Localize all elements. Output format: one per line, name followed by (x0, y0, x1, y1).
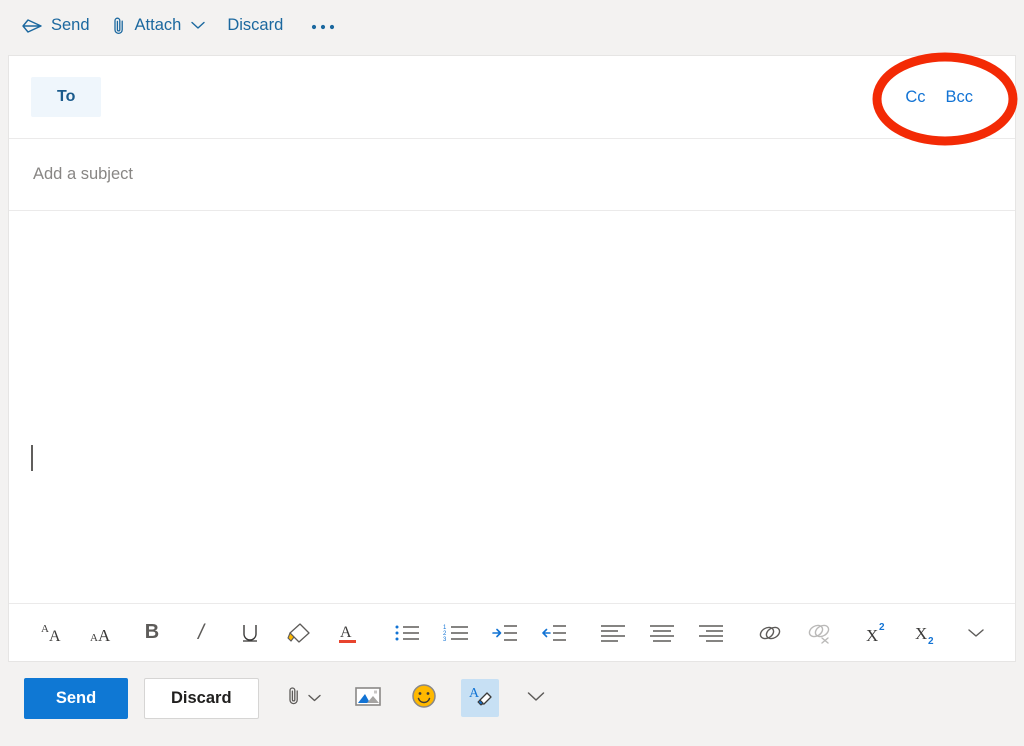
more-options-chevron-icon (527, 689, 545, 707)
emoji-icon (411, 683, 437, 714)
subject-row (9, 139, 1015, 211)
attach-command[interactable]: Attach (104, 8, 214, 44)
send-button[interactable]: Send (24, 677, 128, 719)
bulleted-list-icon[interactable] (388, 614, 426, 652)
italic-icon[interactable]: / (182, 614, 220, 652)
paperclip-icon (112, 16, 126, 36)
text-caret (31, 445, 33, 471)
bold-icon[interactable]: B (133, 614, 171, 652)
svg-text:A: A (98, 626, 111, 644)
svg-text:2: 2 (879, 622, 885, 633)
svg-text:A: A (41, 623, 49, 635)
compose-card: To Cc Bcc A A A A B / (8, 55, 1016, 662)
discard-button[interactable]: Discard (144, 677, 259, 719)
bcc-link[interactable]: Bcc (941, 82, 977, 113)
align-left-icon[interactable] (594, 614, 632, 652)
svg-text:X: X (915, 624, 927, 643)
message-body-editor[interactable] (9, 211, 1015, 603)
attach-file-button[interactable] (281, 679, 327, 717)
cc-bcc-group: Cc Bcc (901, 82, 977, 113)
insert-picture-icon (354, 684, 382, 713)
send-command-label: Send (51, 16, 90, 34)
svg-text:3: 3 (443, 637, 447, 643)
font-color-icon[interactable]: A (329, 614, 367, 652)
more-options-button[interactable] (517, 679, 555, 717)
cc-link[interactable]: Cc (901, 82, 929, 113)
discard-command[interactable]: Discard (219, 8, 291, 44)
more-horizontal-icon (311, 17, 335, 35)
attach-file-icon (287, 685, 301, 712)
formatting-options-icon: A (466, 683, 494, 714)
attach-command-label: Attach (134, 16, 182, 34)
insert-picture-button[interactable] (349, 679, 387, 717)
to-input[interactable] (101, 56, 901, 138)
send-plane-icon (22, 18, 42, 34)
svg-text:A: A (90, 632, 98, 644)
svg-text:A: A (469, 686, 480, 701)
increase-indent-icon[interactable] (486, 614, 524, 652)
message-body-text (31, 229, 993, 239)
decrease-indent-icon[interactable] (535, 614, 573, 652)
decrease-font-size-icon[interactable]: A A (35, 614, 73, 652)
send-command[interactable]: Send (14, 8, 98, 44)
compose-command-bar: Send Attach Discard (0, 0, 1024, 51)
align-right-icon[interactable] (692, 614, 730, 652)
numbered-list-icon[interactable]: 1 2 3 (437, 614, 475, 652)
recipients-row: To Cc Bcc (9, 56, 1015, 139)
subscript-icon[interactable]: X 2 (908, 614, 946, 652)
increase-font-size-icon[interactable]: A A (84, 614, 122, 652)
discard-command-label: Discard (227, 16, 284, 34)
subject-input[interactable] (31, 164, 993, 185)
svg-text:A: A (49, 628, 61, 644)
remove-link-icon[interactable] (800, 614, 838, 652)
svg-text:2: 2 (928, 636, 934, 645)
insert-link-icon[interactable] (751, 614, 789, 652)
formatting-options-button[interactable]: A (460, 679, 499, 717)
chevron-down-icon (307, 694, 321, 702)
align-center-icon[interactable] (643, 614, 681, 652)
emoji-button[interactable] (405, 679, 443, 717)
action-icon-group: A (281, 679, 561, 717)
more-formatting-icon[interactable] (957, 614, 995, 652)
more-commands-button[interactable] (305, 8, 341, 44)
to-field-label[interactable]: To (31, 77, 102, 117)
highlight-icon[interactable] (280, 614, 318, 652)
formatting-toolbar: A A A A B / A 1 2 3 X 2 X 2 (9, 603, 1015, 661)
svg-text:X: X (866, 626, 878, 645)
underline-icon[interactable] (231, 614, 269, 652)
compose-action-bar: Send Discard A (8, 670, 1016, 726)
superscript-icon[interactable]: X 2 (859, 614, 897, 652)
chevron-down-icon (191, 21, 206, 30)
svg-text:A: A (340, 624, 352, 641)
